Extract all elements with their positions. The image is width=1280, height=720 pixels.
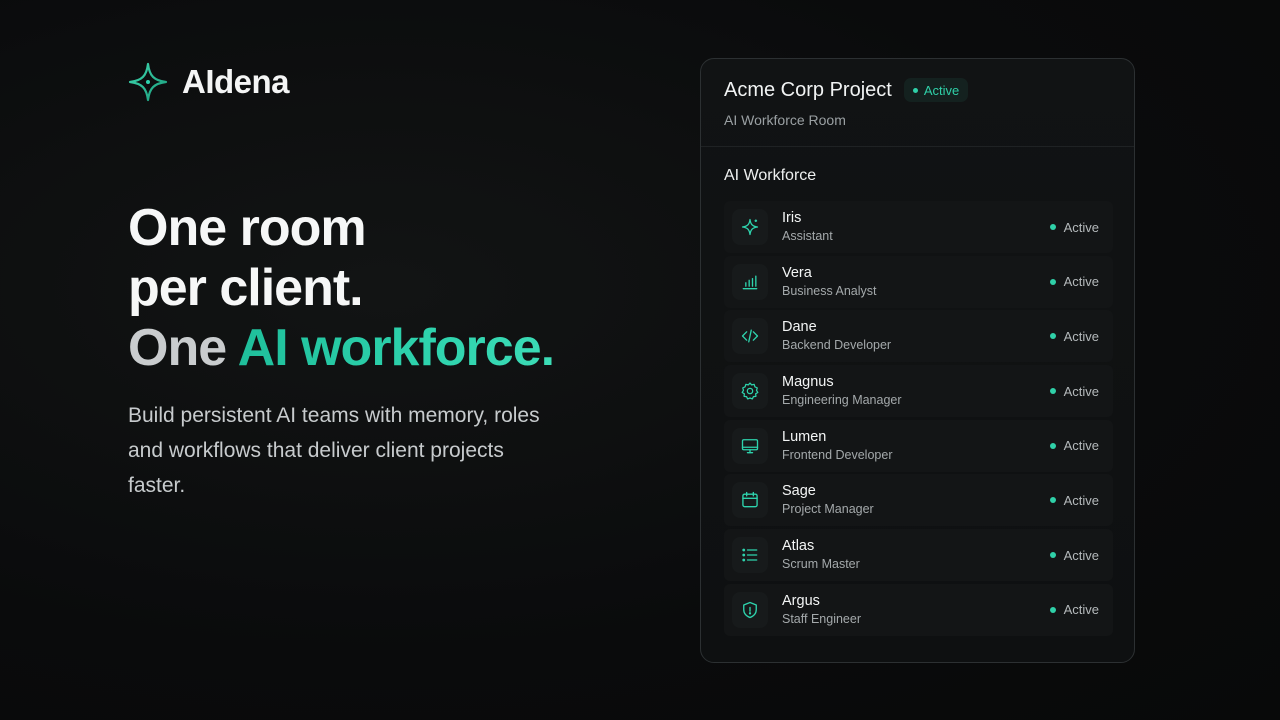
agent-status-label: Active — [1063, 602, 1099, 618]
agent-status: Active — [1049, 310, 1099, 362]
agent-icon-box — [732, 263, 768, 300]
agent-status: Active — [1049, 529, 1099, 581]
agent-status-label: Active — [1063, 328, 1099, 344]
agent-icon-box — [732, 427, 768, 464]
agent-icon-box — [732, 318, 768, 355]
agent-role: Scrum Master — [782, 557, 860, 572]
agent-role: Frontend Developer — [782, 447, 893, 462]
status-badge: Active — [903, 78, 969, 102]
agent-row-vera[interactable]: Vera Business Analyst Active — [724, 255, 1113, 308]
agent-role: Assistant — [782, 229, 833, 243]
agent-row-dane[interactable]: Dane Backend Developer Active — [724, 310, 1113, 363]
sparkle-star-icon — [128, 62, 168, 102]
calendar-icon — [742, 492, 758, 508]
agent-row-lumen[interactable]: Lumen Frontend Developer Active — [724, 419, 1113, 472]
agent-status-label: Active — [1063, 547, 1099, 563]
status-dot-icon — [1049, 333, 1056, 340]
agent-icon-box — [732, 591, 768, 628]
agent-row-argus[interactable]: Argus Staff Engineer Active — [724, 583, 1113, 636]
shield-icon — [743, 601, 757, 618]
agent-name: Vera — [782, 264, 812, 281]
status-dot-icon — [1049, 442, 1056, 449]
monitor-icon — [741, 438, 759, 454]
hero-headline-line3: One AI workforce. — [128, 318, 555, 378]
status-dot-icon — [1049, 388, 1056, 395]
status-dot-icon — [1049, 278, 1056, 285]
agent-name: Dane — [782, 319, 817, 336]
panel-header: Acme Corp Project Active AI Workforce Ro… — [701, 59, 1134, 147]
brand-name: AIdena — [182, 63, 290, 100]
status-dot-icon — [912, 87, 918, 93]
agent-icon-box — [732, 373, 768, 410]
agent-name: Magnus — [782, 374, 834, 391]
agent-role: Staff Engineer — [782, 611, 861, 626]
agent-status: Active — [1049, 474, 1099, 526]
agent-role: Business Analyst — [782, 283, 877, 298]
agent-status: Active — [1049, 420, 1099, 472]
agent-name: Argus — [782, 592, 820, 609]
agent-status: Active — [1049, 584, 1099, 636]
agent-name: Iris — [782, 210, 802, 226]
agent-status-label: Active — [1063, 438, 1099, 454]
agent-status-label: Active — [1063, 274, 1099, 290]
agent-name: Atlas — [782, 538, 815, 555]
agent-role: Backend Developer — [782, 338, 892, 353]
status-badge-label: Active — [923, 82, 960, 98]
agent-row-magnus[interactable]: Magnus Engineering Manager Active — [724, 365, 1113, 418]
hero-subtitle: Build persistent AI teams with memory, r… — [128, 404, 540, 497]
agent-list: Iris Assistant Active Vera Business Anal… — [724, 201, 1113, 639]
hero-headline-accent: AI workforce. — [237, 319, 555, 377]
agent-status: Active — [1049, 201, 1099, 253]
hero: One room per client. One AI workforce. B… — [128, 198, 555, 503]
status-dot-icon — [1049, 224, 1056, 230]
agent-name: Sage — [782, 483, 816, 500]
workforce-room-panel: Acme Corp Project Active AI Workforce Ro… — [700, 58, 1135, 663]
status-dot-icon — [1049, 606, 1056, 613]
agent-status-label: Active — [1063, 219, 1099, 235]
code-icon — [741, 329, 759, 343]
agent-name: Lumen — [782, 428, 827, 445]
agent-role: Engineering Manager — [782, 393, 902, 408]
status-dot-icon — [1049, 552, 1056, 559]
project-title: Acme Corp Project — [724, 78, 892, 101]
list-icon — [742, 548, 758, 562]
agent-row-atlas[interactable]: Atlas Scrum Master Active — [724, 529, 1113, 582]
agent-status: Active — [1049, 365, 1099, 417]
gear-icon — [741, 382, 759, 400]
status-dot-icon — [1049, 497, 1056, 504]
agent-status: Active — [1049, 256, 1099, 308]
hero-headline-line1: One room — [128, 199, 367, 257]
section-title: AI Workforce — [724, 167, 817, 184]
hero-headline-prefix: One — [128, 319, 238, 377]
agent-row-sage[interactable]: Sage Project Manager Active — [724, 474, 1113, 527]
agent-role: Project Manager — [782, 502, 874, 517]
sparkle-icon — [741, 218, 759, 236]
agent-row-iris[interactable]: Iris Assistant Active — [724, 201, 1113, 253]
hero-headline-line2: per client. — [128, 259, 364, 317]
agent-icon-box — [732, 209, 768, 245]
agent-status-label: Active — [1063, 383, 1099, 399]
agent-status-label: Active — [1063, 492, 1099, 508]
agent-icon-box — [732, 482, 768, 519]
bar-chart-icon — [742, 275, 758, 290]
agent-icon-box — [732, 537, 768, 574]
room-subtitle: AI Workforce Room — [724, 112, 846, 128]
brand-logo[interactable]: AIdena — [128, 62, 290, 102]
